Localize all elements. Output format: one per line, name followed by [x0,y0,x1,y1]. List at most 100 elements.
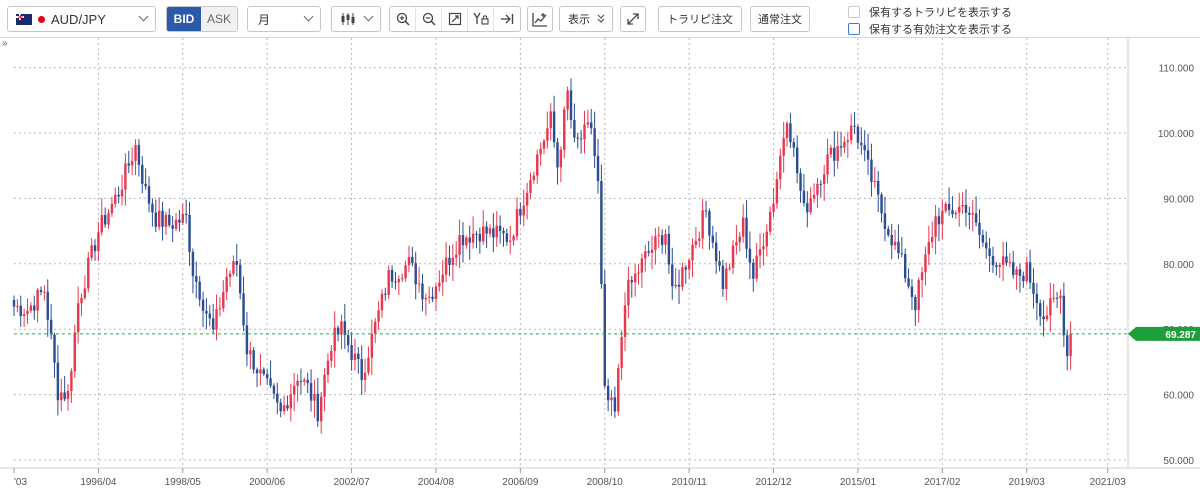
candle-body [1052,297,1055,299]
candle-body [242,293,245,326]
candle-body [1059,295,1062,299]
candle-body [755,255,758,279]
candle-body [941,210,944,225]
candle-body [306,379,309,384]
candle-body [846,140,850,142]
candle-body [451,257,455,265]
candle-body [434,286,438,300]
candle-body [333,327,336,351]
candle-body [640,258,644,273]
candle-body [920,272,924,281]
candle-body [363,372,367,380]
candle-body [745,217,748,249]
show-held-trap-checkbox-row[interactable]: 保有するトラリピを表示する [848,4,1012,20]
display-menu[interactable]: 表示 [559,6,613,32]
zoom-out-icon [422,12,436,26]
candle-body [12,299,16,307]
candle-body [289,394,293,409]
candle-body [822,174,826,184]
trap-repeat-order-button[interactable]: トラリピ注文 [658,6,742,32]
candle-body [934,216,937,237]
show-held-trap-checkbox[interactable] [848,6,860,18]
x-tick-label: 2000/06 [249,477,286,488]
current-price-label: 69.287 [1165,330,1196,341]
candle-body [775,179,779,204]
show-active-orders-checkbox-row[interactable]: 保有する有効注文を表示する [848,21,1012,37]
candle-body [792,142,796,148]
candle-body [488,228,492,234]
y-tick-label: 60.000 [1163,391,1194,402]
candle-body [130,160,134,166]
candle-body [377,310,380,322]
candle-body [873,180,877,183]
candle-body [53,334,56,363]
candle-body [76,303,80,333]
candle-body [198,281,201,300]
candle-body [630,280,633,283]
candle-body [806,203,809,213]
candle-body [303,379,306,382]
candle-body [1045,315,1049,320]
price-chart[interactable]: 110.000100.00090.00080.00070.00060.00050… [0,38,1200,490]
y-axis: 110.000100.00090.00080.00070.00060.00050… [1127,38,1194,468]
show-active-orders-checkbox[interactable] [848,23,860,35]
candle-body [985,242,988,249]
candle-body [900,253,904,255]
bid-button[interactable]: BID [167,7,201,31]
candle-body [43,291,46,293]
candle-body [718,261,721,266]
candle-body [671,264,674,287]
candle-body [971,213,974,215]
candle-body [326,360,330,375]
candle-body [856,126,860,143]
candle-body [222,292,225,309]
currency-pair-select[interactable]: AUD/JPY [7,6,156,32]
candle-body [725,268,728,290]
candle-body [117,194,120,197]
candle-body [853,125,856,127]
candle-body [917,280,920,311]
y-lock-button[interactable] [468,7,494,31]
y-tick-label: 90.000 [1163,194,1194,205]
candle-body [684,267,687,270]
normal-order-button[interactable]: 通常注文 [750,6,810,32]
chart-type-select[interactable] [331,6,381,32]
candle-body [444,257,448,275]
candle-body [1025,262,1028,282]
fit-button[interactable] [442,7,468,31]
chart-tools-group [389,6,521,32]
candle-body [566,90,569,110]
period-select[interactable]: 月 [247,6,321,32]
candle-body [1001,256,1005,265]
candle-body [981,234,985,243]
candle-body [623,305,627,337]
candle-body [590,122,593,129]
candle-body [752,262,755,279]
candle-body [765,231,769,247]
x-tick-label: 2002/07 [333,477,370,488]
candle-body [826,154,829,175]
candle-body [191,251,195,277]
jump-latest-button[interactable] [494,7,520,31]
candle-body [397,279,401,283]
candle-body [657,235,660,237]
ask-button[interactable]: ASK [201,7,237,31]
candle-body [529,180,532,193]
x-tick-label: 2017/02 [924,477,961,488]
candle-body [802,190,806,204]
candle-body [519,209,522,216]
candle-body [728,267,731,269]
candlestick-icon [341,13,355,25]
indicator-button[interactable] [527,6,553,32]
candle-body [468,237,471,243]
candle-body [39,289,43,293]
zoom-in-button[interactable] [390,7,416,31]
x-tick-label: 2010/11 [671,477,707,488]
candle-body [350,345,353,360]
fullscreen-button[interactable] [620,6,646,32]
candlestick-series [12,78,1072,434]
candle-body [195,276,198,282]
zoom-out-button[interactable] [416,7,442,31]
candle-body [978,222,981,235]
candle-body [924,254,927,273]
